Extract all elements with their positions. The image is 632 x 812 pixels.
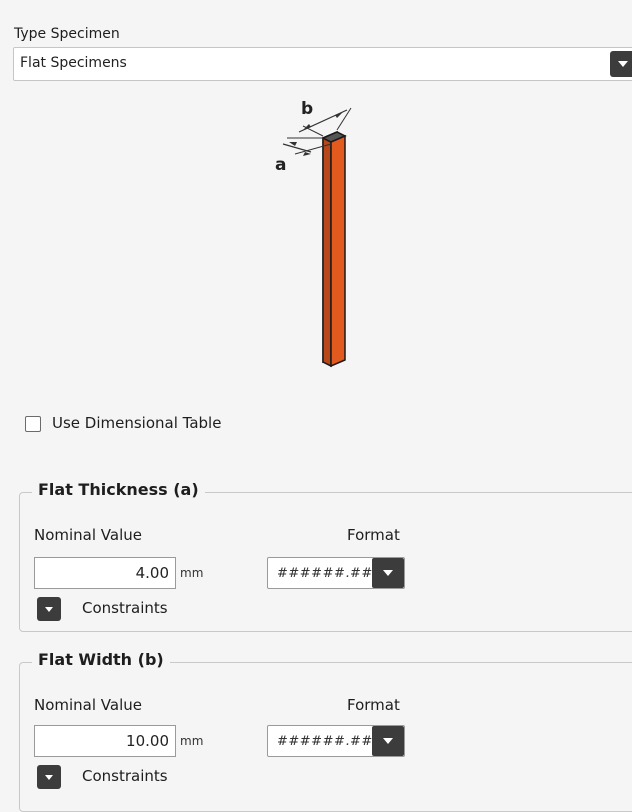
use-dimensional-table-checkbox[interactable]	[25, 416, 41, 432]
flat-thickness-constraints-toggle[interactable]	[37, 597, 61, 621]
flat-thickness-nominal-input[interactable]: 4.00	[34, 557, 176, 589]
flat-thickness-unit: mm	[180, 566, 204, 580]
chevron-down-icon	[45, 607, 53, 612]
chevron-down-icon	[45, 775, 53, 780]
flat-thickness-nominal-label: Nominal Value	[34, 526, 143, 544]
flat-width-format-value: ######.##	[277, 734, 373, 749]
flat-width-format-label: Format	[347, 696, 400, 714]
chevron-down-icon	[383, 570, 393, 576]
flat-width-group: Flat Width (b) Nominal Value Format 10.0…	[19, 650, 632, 812]
type-specimen-select[interactable]: Flat Specimens	[13, 47, 632, 81]
dimension-a-label: a	[275, 155, 286, 175]
flat-thickness-format-dropdown-button[interactable]	[372, 558, 404, 588]
flat-width-unit: mm	[180, 734, 204, 748]
chevron-down-icon	[618, 61, 628, 67]
specimen-side-face	[322, 136, 332, 368]
flat-specimen-illustration: b a	[275, 99, 352, 368]
flat-thickness-format-select[interactable]: ######.##	[267, 557, 405, 589]
use-dimensional-table-label[interactable]: Use Dimensional Table	[52, 414, 221, 432]
flat-thickness-constraints-label[interactable]: Constraints	[82, 599, 168, 617]
type-specimen-label: Type Specimen	[14, 26, 120, 42]
flat-width-constraints-toggle[interactable]	[37, 765, 61, 789]
flat-thickness-title: Flat Thickness (a)	[32, 480, 205, 499]
flat-width-title: Flat Width (b)	[32, 650, 170, 669]
type-specimen-value: Flat Specimens	[20, 55, 127, 71]
flat-width-nominal-input[interactable]: 10.00	[34, 725, 176, 757]
flat-width-format-select[interactable]: ######.##	[267, 725, 405, 757]
flat-width-nominal-label: Nominal Value	[34, 696, 143, 714]
flat-thickness-group: Flat Thickness (a) Nominal Value Format …	[19, 480, 632, 632]
flat-thickness-format-label: Format	[347, 526, 400, 544]
type-specimen-dropdown-button[interactable]	[610, 51, 632, 77]
dimension-b-label: b	[301, 99, 313, 119]
flat-thickness-format-value: ######.##	[277, 566, 373, 581]
flat-width-constraints-label[interactable]: Constraints	[82, 767, 168, 785]
chevron-down-icon	[383, 738, 393, 744]
flat-width-format-dropdown-button[interactable]	[372, 726, 404, 756]
